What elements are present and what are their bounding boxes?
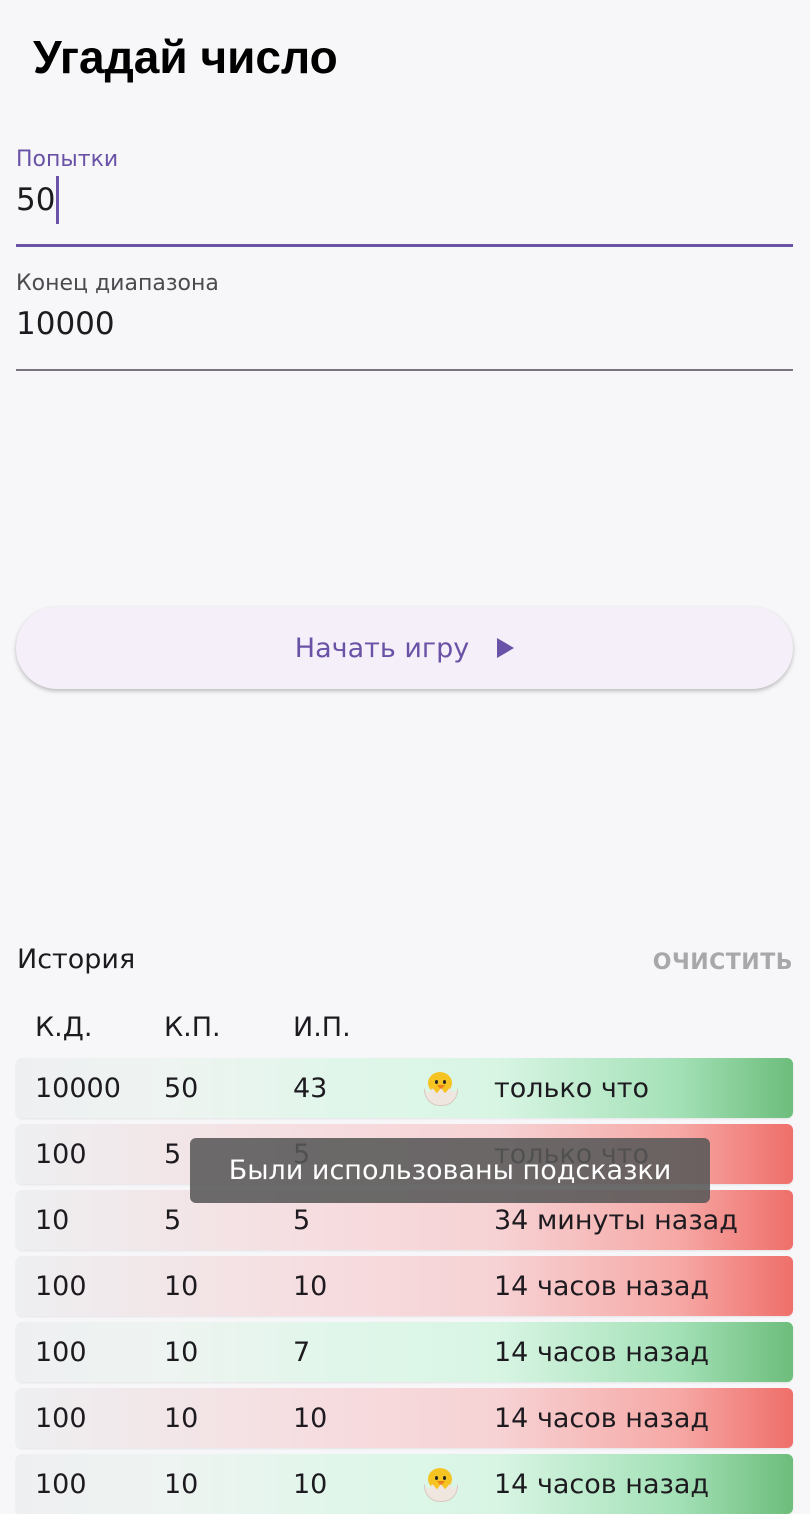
history-hint-cell [422,1058,458,1118]
range-end-value: 10000 [16,306,115,342]
history-time-cell: 14 часов назад [494,1402,710,1434]
attempts-value: 50 [16,182,56,218]
history-attempts-cell: 50 [164,1072,199,1104]
history-range-cell: 100 [35,1138,87,1170]
history-range-cell: 100 [35,1402,87,1434]
history-row[interactable]: 100 10 10 14 часов назад [16,1454,793,1514]
history-attempts-cell: 5 [164,1204,182,1236]
attempts-input[interactable]: 50 [16,176,793,224]
history-time-cell: 14 часов назад [494,1468,710,1500]
hatching-chick-icon[interactable] [422,1070,458,1106]
page-title: Угадай число [33,31,338,83]
history-used-cell: 7 [293,1336,311,1368]
start-game-button[interactable]: Начать игру [16,607,793,689]
column-header-range: К.Д. [35,1012,93,1043]
history-used-cell: 10 [293,1402,328,1434]
history-time-cell: только что [494,1072,650,1104]
column-header-used: И.П. [293,1012,351,1043]
attempts-field[interactable]: Попытки 50 [16,147,793,247]
history-row[interactable]: 100 10 10 14 часов назад [16,1388,793,1448]
hatching-chick-icon[interactable] [422,1466,458,1502]
text-cursor [56,176,60,224]
start-game-label: Начать игру [294,632,470,664]
history-row[interactable]: 100 10 10 14 часов назад [16,1256,793,1316]
history-used-cell: 10 [293,1468,328,1500]
history-attempts-cell: 10 [164,1270,199,1302]
history-range-cell: 100 [35,1270,87,1302]
history-row[interactable]: 100 10 7 14 часов назад [16,1322,793,1382]
history-range-cell: 100 [35,1336,87,1368]
clear-history-button[interactable]: ОЧИСТИТЬ [653,950,793,975]
column-header-attempts: К.П. [164,1012,221,1043]
history-range-cell: 100 [35,1468,87,1500]
history-row[interactable]: 10000 50 43 только что [16,1058,793,1118]
history-used-cell: 10 [293,1270,328,1302]
history-attempts-cell: 10 [164,1402,199,1434]
range-end-input[interactable]: 10000 [16,302,793,346]
history-range-cell: 10 [35,1204,70,1236]
history-attempts-cell: 5 [164,1138,182,1170]
range-end-underline [16,369,793,371]
play-icon [497,638,515,658]
hints-used-toast: Были использованы подсказки [190,1138,710,1203]
attempts-underline [16,244,793,247]
history-hint-cell [422,1454,458,1514]
history-title: История [17,944,136,975]
history-time-cell: 14 часов назад [494,1336,710,1368]
history-attempts-cell: 10 [164,1468,199,1500]
history-range-cell: 10000 [35,1072,121,1104]
range-end-field[interactable]: Конец диапазона 10000 [16,271,793,371]
history-used-cell: 43 [293,1072,328,1104]
history-time-cell: 14 часов назад [494,1270,710,1302]
range-end-label: Конец диапазона [16,271,219,296]
history-attempts-cell: 10 [164,1336,199,1368]
attempts-label: Попытки [16,147,119,172]
